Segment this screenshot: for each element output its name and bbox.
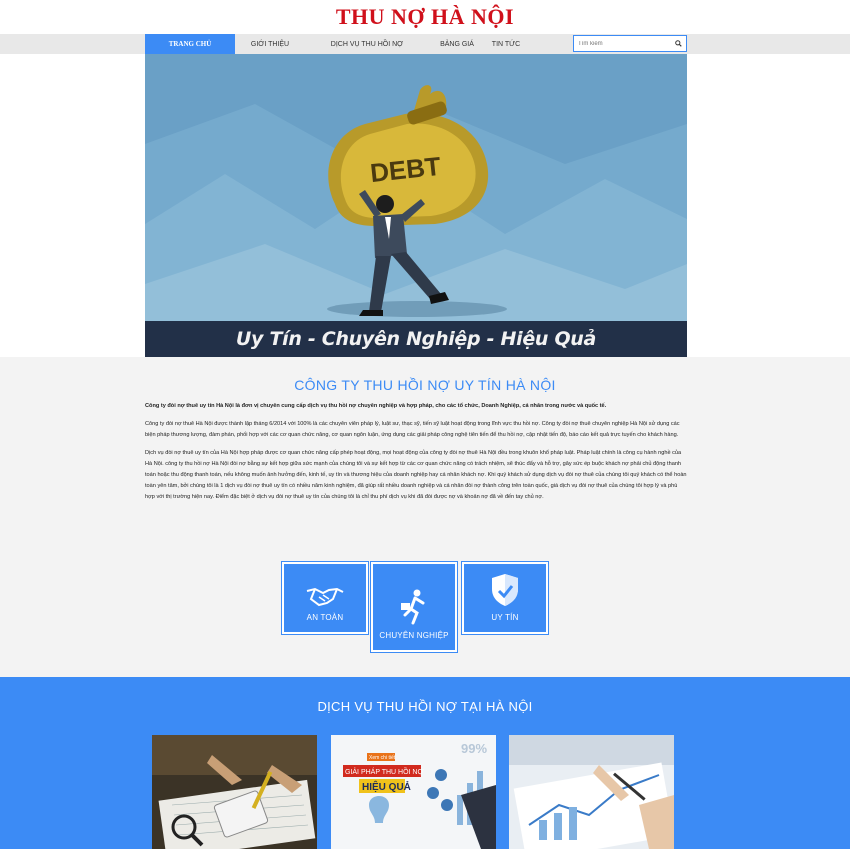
promo-percent: 99% bbox=[461, 741, 487, 756]
services-section: DỊCH VỤ THU HỒI NỢ TẠI HÀ NỘI 99% Xem ch… bbox=[0, 677, 850, 849]
site-logo[interactable]: THU NỢ HÀ NỘI bbox=[336, 4, 514, 30]
feature-label: AN TOÀN bbox=[306, 613, 344, 622]
service-card-solution[interactable]: 99% Xem chi tiết GIẢI PHÁP THU HỒI NỢ HI… bbox=[331, 735, 496, 849]
services-title: DỊCH VỤ THU HỒI NỢ TẠI HÀ NỘI bbox=[317, 699, 533, 714]
search-box bbox=[573, 35, 687, 52]
about-paragraph: Công ty đòi nợ thuê Hà Nội được thành lậ… bbox=[145, 421, 680, 438]
hero-banner: DEBT Uy Tín - Chuyên Nghiệp - Hiệu Quả bbox=[145, 54, 687, 357]
about-text: Công ty đòi nợ thuê uy tín Hà Nội là đơn… bbox=[145, 401, 687, 503]
service-card-charts[interactable] bbox=[509, 735, 674, 849]
nav-item-about[interactable]: GIỚI THIỆU bbox=[235, 34, 305, 54]
promo-small: Xem chi tiết bbox=[369, 755, 396, 761]
service-image: 99% Xem chi tiết GIẢI PHÁP THU HỒI NỢ HI… bbox=[331, 735, 496, 849]
nav-item-home[interactable]: TRANG CHỦ bbox=[145, 34, 235, 54]
search-icon bbox=[674, 40, 682, 47]
promo-line2: HIỆU QUẢ bbox=[362, 780, 411, 793]
about-paragraph: Công ty đòi nợ thuê uy tín Hà Nội là đơn… bbox=[145, 403, 607, 409]
search-input[interactable] bbox=[574, 36, 670, 51]
header: THU NỢ HÀ NỘI bbox=[0, 0, 850, 34]
about-section: CÔNG TY THU HỒI NỢ UY TÍN HÀ NỘI Công ty… bbox=[0, 357, 850, 677]
about-title: CÔNG TY THU HỒI NỢ UY TÍN HÀ NỘI bbox=[294, 377, 556, 393]
feature-professional[interactable]: CHUYÊN NGHIỆP bbox=[370, 561, 458, 653]
banner-caption: Uy Tín - Chuyên Nghiệp - Hiệu Quả bbox=[145, 321, 687, 357]
nav-item-news[interactable]: TIN TỨC bbox=[485, 34, 527, 54]
banner-illustration: DEBT bbox=[145, 54, 687, 357]
nav-item-services[interactable]: DỊCH VỤ THU HỒI NỢ bbox=[305, 34, 429, 54]
about-paragraph: Dịch vụ đòi nợ thuê uy tín của Hà Nội hợ… bbox=[145, 450, 687, 500]
handshake-icon bbox=[305, 585, 345, 607]
service-card-calculator[interactable] bbox=[152, 735, 317, 849]
search-button[interactable] bbox=[670, 36, 686, 51]
service-image bbox=[509, 735, 674, 849]
nav-item-pricing[interactable]: BẢNG GIÁ bbox=[429, 34, 485, 54]
running-man-icon bbox=[399, 589, 429, 625]
nav-bar: TRANG CHỦ GIỚI THIỆU DỊCH VỤ THU HỒI NỢ … bbox=[0, 34, 850, 54]
feature-label: CHUYÊN NGHIỆP bbox=[379, 631, 449, 640]
shield-check-icon bbox=[490, 573, 520, 607]
service-image bbox=[152, 735, 317, 849]
feature-trust[interactable]: UY TÍN bbox=[461, 561, 549, 635]
main-nav: TRANG CHỦ GIỚI THIỆU DỊCH VỤ THU HỒI NỢ … bbox=[145, 34, 687, 54]
feature-label: UY TÍN bbox=[491, 613, 519, 622]
feature-safety[interactable]: AN TOÀN bbox=[281, 561, 369, 635]
